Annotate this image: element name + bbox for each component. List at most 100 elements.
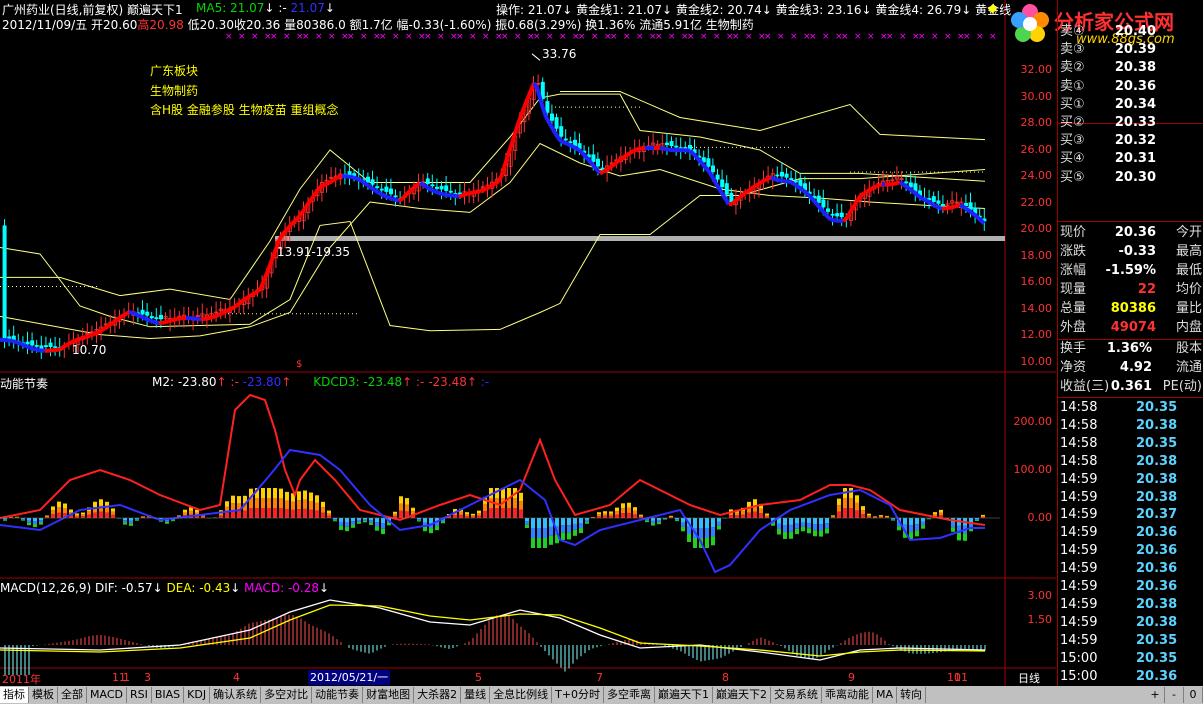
momentum-bar bbox=[651, 520, 655, 524]
ma-trend-segment bbox=[313, 188, 320, 196]
momentum-bar bbox=[687, 534, 691, 543]
candle-body bbox=[931, 196, 936, 202]
momentum-bar bbox=[417, 519, 421, 521]
momentum-bar bbox=[381, 518, 385, 524]
chart-area[interactable]: × × × × × × × × × × × × × × × × × × × × × × × × × × × × × × × × × × × × × × × ×… bbox=[0, 0, 1056, 686]
ma-trend-segment bbox=[215, 312, 220, 318]
dea-arrow: ↓ bbox=[230, 581, 241, 595]
tab-1[interactable]: 模板 bbox=[29, 687, 58, 703]
momentum-bar bbox=[369, 520, 373, 523]
ma-trend-segment bbox=[77, 336, 82, 342]
panel2-readout: M2: -23.80↑ :- -23.80↑ KDCD3: -23.48↑ :-… bbox=[152, 375, 489, 390]
panel2-title[interactable]: 动能节奏 bbox=[0, 377, 48, 391]
marker-x: × bbox=[379, 32, 387, 42]
momentum-bar bbox=[33, 518, 37, 522]
momentum-bar bbox=[81, 516, 85, 518]
momentum-bar bbox=[633, 507, 637, 511]
ma-trend-segment bbox=[134, 312, 139, 317]
price-axis-tick: 18.00 bbox=[1020, 248, 1053, 262]
tab-11[interactable]: 大杀器2 bbox=[414, 687, 462, 703]
tick-price: 20.38 bbox=[1136, 489, 1178, 505]
indicator-name[interactable]: 巅遍天下1 bbox=[127, 3, 183, 17]
panel3-axis-tick: 1.50 bbox=[1027, 613, 1053, 626]
ma-trend-segment bbox=[251, 291, 256, 297]
momentum-bar bbox=[759, 513, 763, 518]
momentum-bar bbox=[681, 522, 685, 527]
tab-12[interactable]: 量线 bbox=[461, 687, 491, 703]
dea-label: DEA: -0.43 bbox=[166, 581, 231, 595]
tab-3[interactable]: MACD bbox=[87, 687, 127, 703]
tab-5[interactable]: BIAS bbox=[152, 687, 185, 703]
momentum-bar bbox=[465, 514, 469, 517]
momentum-bar bbox=[849, 498, 853, 508]
ma-trend-segment bbox=[421, 183, 428, 189]
tab-15[interactable]: 多空乖离 bbox=[604, 687, 656, 703]
tab-control-1[interactable]: - bbox=[1165, 687, 1184, 703]
momentum-bar bbox=[75, 514, 79, 517]
momentum-bar bbox=[255, 498, 259, 508]
period-label[interactable]: 日线 bbox=[1018, 670, 1040, 686]
marker-x: × bbox=[623, 32, 631, 42]
support-band bbox=[275, 236, 1005, 241]
price-axis-tick: 16.00 bbox=[1020, 275, 1053, 288]
ma-trend-segment bbox=[26, 344, 31, 350]
tab-14[interactable]: T+0分时 bbox=[552, 687, 605, 703]
tab-4[interactable]: RSI bbox=[127, 687, 152, 703]
ma-extra1: :- bbox=[278, 1, 287, 15]
ma-trend-segment bbox=[83, 334, 88, 340]
ma-trend-segment bbox=[95, 330, 100, 336]
tab-9[interactable]: 动能节奏 bbox=[312, 687, 364, 703]
tab-10[interactable]: 财富地图 bbox=[363, 687, 415, 703]
candle-body bbox=[706, 158, 711, 167]
tab-2[interactable]: 全部 bbox=[58, 687, 87, 703]
marker-x: × bbox=[899, 32, 907, 42]
momentum-bar bbox=[801, 522, 805, 527]
tick-row: 14:59 20.36 bbox=[1058, 560, 1203, 578]
momentum-bar bbox=[531, 538, 535, 548]
tab-19[interactable]: 乖离动能 bbox=[822, 687, 874, 703]
momentum-bar bbox=[783, 518, 787, 525]
price-axis-tick: 24.00 bbox=[1020, 169, 1053, 182]
tab-0[interactable]: 指标 bbox=[0, 687, 29, 703]
order-book-row: 卖② 20.38 bbox=[1058, 59, 1203, 77]
tick-row: 14:58 20.35 bbox=[1058, 435, 1203, 453]
momentum-bar bbox=[567, 518, 571, 526]
nav-diamond-icon[interactable]: ◆ bbox=[988, 1, 997, 15]
momentum-bar bbox=[627, 512, 631, 518]
momentum-bar bbox=[627, 502, 631, 508]
tab-21[interactable]: 转向 bbox=[897, 687, 927, 703]
order-book-label: 卖④ bbox=[1060, 24, 1085, 39]
ma-trend-segment bbox=[947, 205, 952, 211]
panel3-title[interactable]: MACD(12,26,9) bbox=[0, 581, 91, 595]
tab-17[interactable]: 巅遍天下2 bbox=[713, 687, 772, 703]
momentum-bar bbox=[303, 508, 307, 518]
tab-control-2[interactable]: 0 bbox=[1184, 687, 1203, 703]
tab-18[interactable]: 交易系统 bbox=[771, 687, 823, 703]
tab-7[interactable]: 确认系统 bbox=[210, 687, 262, 703]
marker-x: × bbox=[687, 32, 695, 42]
tab-16[interactable]: 巅遍天下1 bbox=[655, 687, 714, 703]
tab-20[interactable]: MA bbox=[873, 687, 898, 703]
candle-body bbox=[430, 184, 435, 187]
tab-8[interactable]: 多空对比 bbox=[261, 687, 313, 703]
ma-trend-segment bbox=[976, 216, 983, 222]
momentum-bar bbox=[339, 518, 343, 522]
date-axis-label: 7 bbox=[596, 671, 603, 684]
panel2-axis-tick: 200.00 bbox=[1013, 415, 1053, 428]
momentum-bar bbox=[633, 514, 637, 518]
tab-6[interactable]: KDJ bbox=[184, 687, 211, 703]
momentum-bar bbox=[603, 511, 607, 514]
ma-trend-segment bbox=[254, 289, 259, 295]
ma-trend-segment bbox=[694, 155, 701, 162]
momentum-bar bbox=[27, 518, 31, 521]
momentum-bar bbox=[579, 523, 583, 529]
tab-control-0[interactable]: + bbox=[1146, 687, 1165, 703]
momentum-bar bbox=[921, 521, 925, 526]
ma-trend-segment bbox=[788, 179, 793, 185]
momentum-bar bbox=[357, 518, 361, 520]
stats2-value: 4.92 bbox=[1119, 360, 1152, 375]
momentum-bar bbox=[261, 498, 265, 508]
ma-trend-segment bbox=[764, 176, 769, 182]
panel2-axis-tick: 0.00 bbox=[1027, 511, 1053, 524]
tab-13[interactable]: 全息比例线 bbox=[490, 687, 553, 703]
